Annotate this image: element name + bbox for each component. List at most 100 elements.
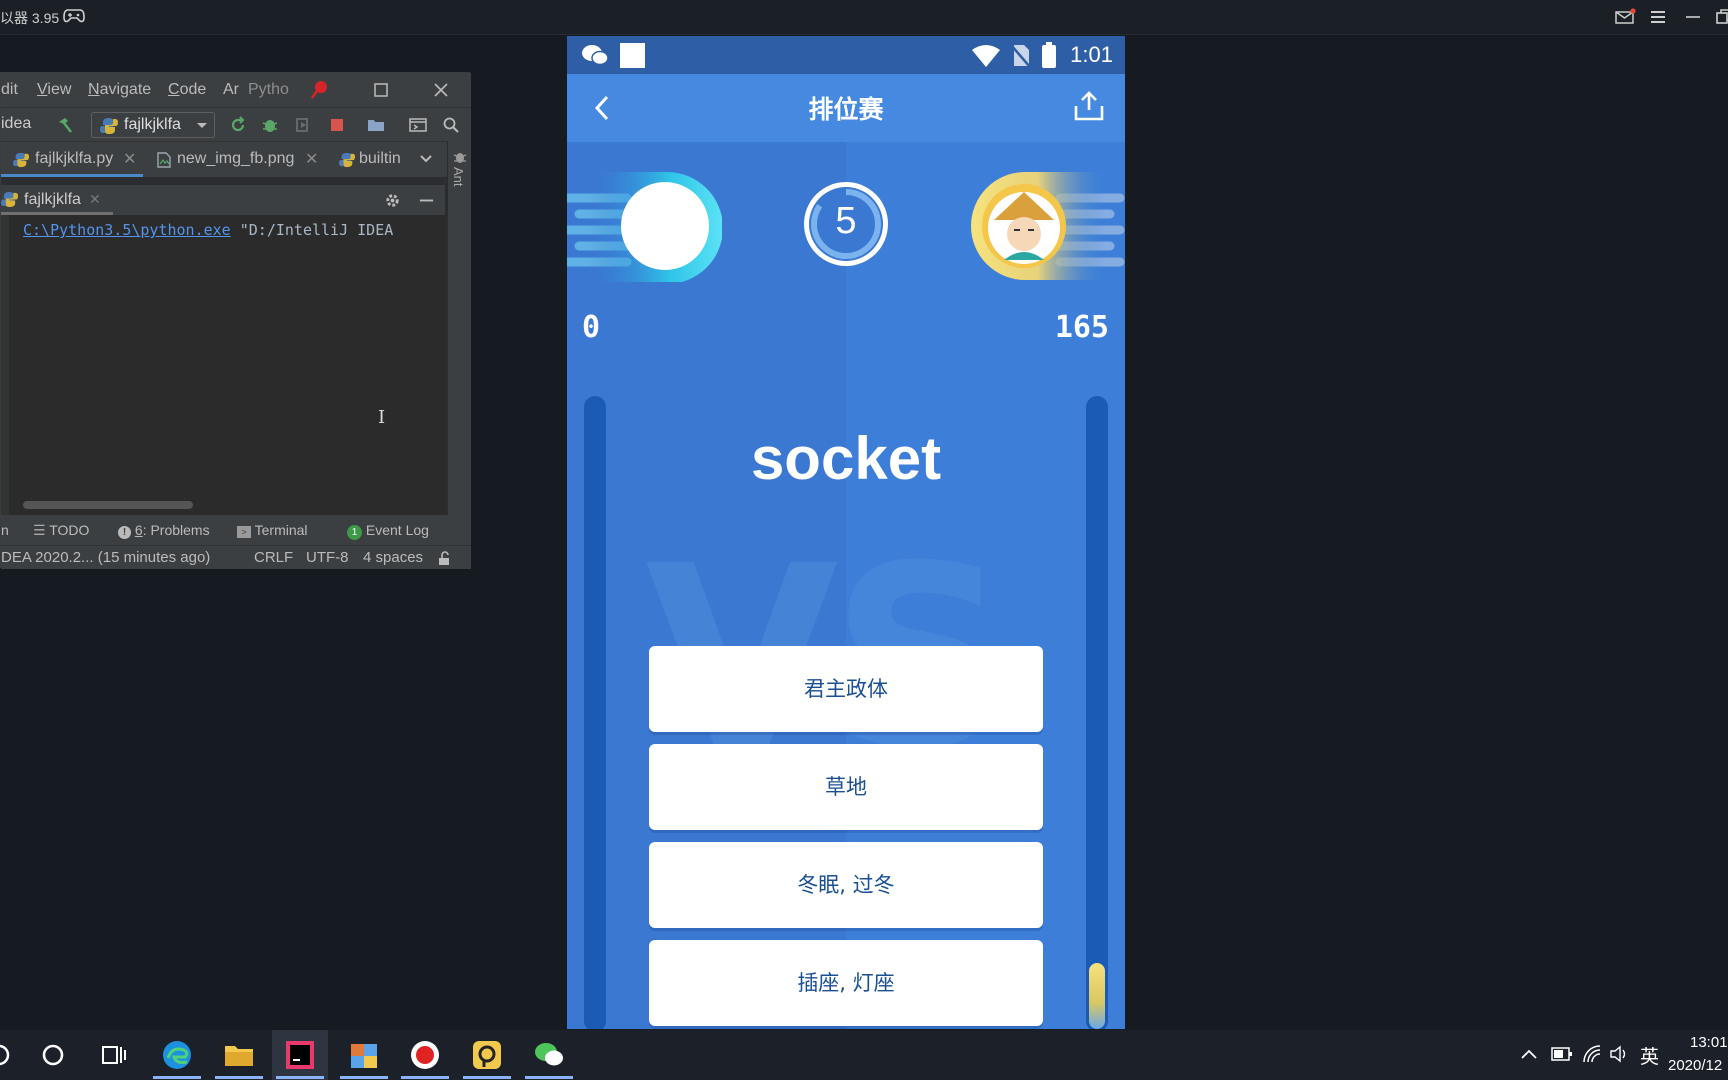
python-exe-link[interactable]: C:\Python3.5\python.exe <box>23 221 231 239</box>
problems-tool-button[interactable]: ! 6: Problems <box>118 522 210 539</box>
run-tab-label[interactable]: fajlkjklfa <box>24 191 81 209</box>
left-player-avatar <box>621 182 709 270</box>
project-structure-icon[interactable] <box>367 116 385 134</box>
menu-view[interactable]: View <box>37 81 71 99</box>
clock-time[interactable]: 13:01 <box>1690 1034 1728 1051</box>
file-encoding[interactable]: UTF-8 <box>306 549 349 566</box>
rerun-icon[interactable] <box>229 116 247 134</box>
image-file-icon <box>157 152 171 168</box>
tab-label: builtin <box>359 150 401 167</box>
battery-icon <box>1042 42 1056 68</box>
option-2[interactable]: 草地 <box>649 744 1043 830</box>
wechat-app-icon[interactable] <box>532 1038 566 1072</box>
edge-active-indicator <box>153 1076 201 1079</box>
countdown-number: 5 <box>835 200 857 242</box>
wifi-tray-icon[interactable] <box>1582 1044 1602 1064</box>
todo-tool-button[interactable]: ☰ TODO <box>33 522 89 539</box>
start-button-icon[interactable] <box>0 1038 16 1072</box>
wifi-icon <box>972 45 1000 67</box>
python-file-icon <box>339 152 355 168</box>
hammer-icon[interactable] <box>56 116 74 134</box>
file-explorer-icon[interactable] <box>222 1038 256 1072</box>
python-file-icon <box>13 152 29 168</box>
option-1[interactable]: 君主政体 <box>649 646 1043 732</box>
run-tab-close-icon[interactable]: ✕ <box>89 191 101 208</box>
terminal-tool-button[interactable]: > Terminal <box>237 522 308 538</box>
mail-icon[interactable] <box>1614 7 1636 27</box>
console-args: "D:/IntelliJ IDEA <box>230 221 394 239</box>
gamepad-icon[interactable] <box>63 8 85 24</box>
volume-icon[interactable] <box>1609 1045 1629 1063</box>
restore-icon[interactable] <box>1714 7 1728 27</box>
screen-recorder-icon[interactable] <box>408 1038 442 1072</box>
text-cursor-icon: I <box>378 407 386 428</box>
tab-label: new_img_fb.png <box>177 150 295 167</box>
chevron-down-icon <box>197 123 207 128</box>
debug-icon[interactable] <box>261 116 279 134</box>
line-separator[interactable]: CRLF <box>254 549 293 566</box>
tabs-overflow-chevron-icon[interactable] <box>419 154 433 164</box>
minimize-icon[interactable] <box>1682 7 1704 27</box>
console-output-line: C:\Python3.5\python.exe "D:/IntelliJ IDE… <box>23 221 393 239</box>
status-message[interactable]: DEA 2020.2... (15 minutes ago) <box>1 549 210 566</box>
ide-window-title: Pytho <box>248 81 289 98</box>
no-sim-icon <box>1010 44 1031 68</box>
stop-icon[interactable] <box>328 116 346 134</box>
battery-tray-icon[interactable] <box>1551 1046 1573 1062</box>
phone-status-bar: 1:01 <box>567 36 1125 74</box>
run-config-label: fajlkjklfa <box>124 116 181 133</box>
project-breadcrumb[interactable]: idea <box>1 115 31 133</box>
menu-navigate[interactable]: Navigate <box>88 81 151 99</box>
menu-edit[interactable]: dit <box>1 81 18 99</box>
run-anything-icon[interactable] <box>409 116 427 134</box>
edge-browser-icon[interactable] <box>160 1038 194 1072</box>
info-icon: ! <box>118 526 131 539</box>
ant-bug-icon[interactable] <box>452 149 468 165</box>
share-icon[interactable] <box>1073 90 1105 122</box>
pin-icon[interactable] <box>309 79 331 101</box>
maximize-icon[interactable] <box>372 81 390 99</box>
run-config-selector[interactable]: fajlkjklfa <box>91 112 215 138</box>
emulator-app-icon[interactable] <box>470 1038 504 1072</box>
menu-analyze[interactable]: Ar <box>223 81 239 99</box>
run-tool-button[interactable]: n <box>1 522 9 538</box>
menu-code[interactable]: Code <box>168 81 206 99</box>
chevron-up-icon[interactable] <box>1520 1047 1538 1061</box>
right-progress-fill <box>1089 963 1105 1029</box>
task-view-icon[interactable] <box>96 1038 130 1072</box>
unlock-icon[interactable] <box>438 551 452 566</box>
menu-navigate-label: avigate <box>99 81 152 98</box>
ide-menu-bar: dit View Navigate Code Ar Pytho <box>1 73 471 107</box>
gear-icon[interactable] <box>384 192 401 209</box>
right-tool-strip: Ant <box>447 141 471 569</box>
right-player-badge <box>971 172 1125 280</box>
run-panel-header: fajlkjklfa ✕ <box>1 185 445 215</box>
horizontal-scrollbar[interactable] <box>23 501 193 509</box>
close-icon[interactable] <box>432 81 450 99</box>
clock-date[interactable]: 2020/12 <box>1668 1057 1722 1074</box>
search-icon[interactable] <box>442 116 460 134</box>
cortana-icon[interactable] <box>36 1038 70 1072</box>
archive-app-icon[interactable] <box>347 1038 381 1072</box>
tab-close-icon[interactable]: ✕ <box>123 149 136 169</box>
option-3[interactable]: 冬眠, 过冬 <box>649 842 1043 928</box>
coverage-icon[interactable] <box>294 116 312 134</box>
intellij-taskbar-slot[interactable] <box>272 1030 328 1080</box>
hide-panel-icon[interactable] <box>418 192 435 209</box>
explorer-active-indicator <box>215 1076 263 1079</box>
problems-count: 6 <box>134 522 143 538</box>
emulator-active-indicator <box>463 1076 511 1079</box>
problems-label: : Problems <box>142 522 210 538</box>
right-score: 165 <box>1054 310 1109 345</box>
editor-tab-bar: fajlkjklfa.py ✕ new_img_fb.png ✕ builtin <box>1 141 449 177</box>
menu-view-mnemonic: V <box>37 81 48 98</box>
event-log-tool-button[interactable]: 1 Event Log <box>347 522 429 540</box>
tab-close-icon[interactable]: ✕ <box>305 149 318 169</box>
ant-tool-label[interactable]: Ant <box>451 167 466 187</box>
option-4[interactable]: 插座, 灯座 <box>649 940 1043 1026</box>
indent-setting[interactable]: 4 spaces <box>363 549 423 566</box>
menu-icon[interactable] <box>1647 7 1669 27</box>
run-console[interactable]: C:\Python3.5\python.exe "D:/IntelliJ IDE… <box>1 215 445 515</box>
input-language-indicator[interactable]: 英 <box>1640 1042 1659 1069</box>
tool-window-bar: n ☰ TODO ! 6: Problems > Terminal 1 Even… <box>1 515 471 545</box>
